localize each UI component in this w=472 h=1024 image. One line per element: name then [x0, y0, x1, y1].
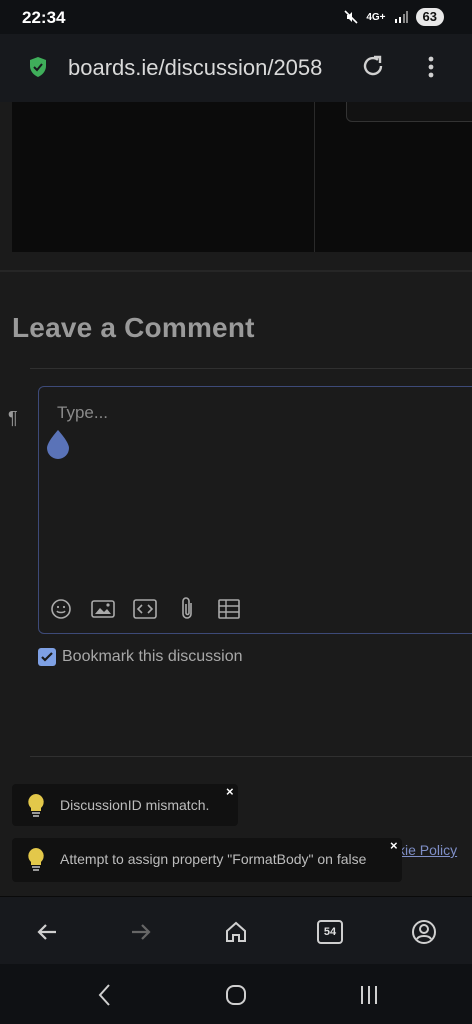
image-icon[interactable]: [91, 597, 115, 621]
page-content: Leave a Comment ¶ Type... Bookmark this …: [0, 102, 472, 896]
lightbulb-icon: [24, 846, 48, 879]
url-text[interactable]: boards.ie/discussion/2058: [68, 55, 344, 81]
home-icon[interactable]: [219, 915, 253, 949]
toast-close-button[interactable]: ×: [226, 784, 234, 799]
comment-section-title: Leave a Comment: [12, 312, 255, 343]
comment-editor[interactable]: Type...: [38, 386, 472, 634]
emoji-icon[interactable]: [49, 597, 73, 621]
system-navigation-bar: [0, 964, 472, 1024]
text-cursor-handle-icon[interactable]: [45, 429, 71, 464]
system-recents-icon[interactable]: [354, 982, 384, 1008]
back-arrow-icon[interactable]: [30, 915, 64, 949]
editor-placeholder: Type...: [57, 403, 109, 422]
error-toast: Attempt to assign property "FormatBody" …: [12, 838, 402, 882]
toast-message: DiscussionID mismatch.: [60, 797, 210, 813]
system-back-icon[interactable]: [90, 982, 120, 1008]
profile-icon[interactable]: [407, 915, 441, 949]
section-divider: [0, 270, 472, 272]
media-divider: [314, 102, 315, 252]
signal-icon: [394, 11, 408, 23]
browser-address-bar: boards.ie/discussion/2058: [0, 34, 472, 103]
attachment-icon[interactable]: [175, 597, 199, 621]
network-indicator: 4G+: [366, 11, 386, 23]
error-toast: DiscussionID mismatch. ×: [12, 784, 238, 826]
tab-count: 54: [317, 920, 343, 944]
battery-indicator: 63: [415, 8, 444, 26]
status-bar: 22:34 4G+ 63: [0, 0, 472, 34]
system-home-icon[interactable]: [221, 982, 251, 1008]
cookie-policy-link[interactable]: kie Policy: [398, 842, 457, 858]
media-toolbar[interactable]: [346, 102, 472, 122]
overflow-menu-icon[interactable]: [424, 54, 438, 85]
lightbulb-icon: [24, 792, 48, 825]
toast-message: Attempt to assign property "FormatBody" …: [60, 851, 367, 867]
bookmark-option[interactable]: Bookmark this discussion: [38, 648, 243, 666]
title-divider: [30, 368, 472, 369]
forward-arrow-icon[interactable]: [124, 915, 158, 949]
editor-toolbar: [49, 597, 241, 621]
footer-divider: [30, 756, 472, 757]
table-icon[interactable]: [217, 597, 241, 621]
tabs-button[interactable]: 54: [313, 915, 347, 949]
mute-icon: [344, 10, 358, 24]
status-time: 22:34: [22, 8, 66, 27]
secure-shield-icon[interactable]: [28, 56, 48, 83]
bookmark-label: Bookmark this discussion: [62, 648, 243, 665]
toast-close-button[interactable]: ×: [390, 838, 398, 853]
paragraph-format-icon[interactable]: ¶: [8, 408, 18, 429]
bookmark-checkbox[interactable]: [38, 648, 56, 666]
embedded-media[interactable]: [12, 102, 472, 252]
reload-icon[interactable]: [360, 54, 386, 85]
status-icons: 4G+ 63: [344, 8, 444, 26]
code-icon[interactable]: [133, 597, 157, 621]
browser-bottom-nav: 54: [0, 896, 472, 965]
